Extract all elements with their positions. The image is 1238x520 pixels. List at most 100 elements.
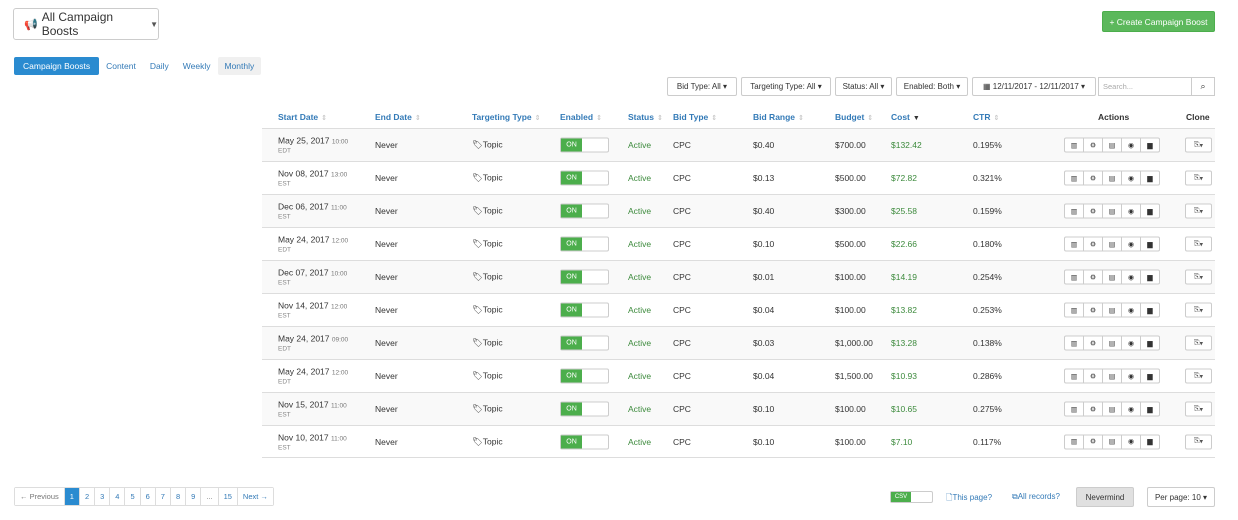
gear-icon[interactable]: ⚙: [1084, 402, 1103, 416]
trash-icon[interactable]: ▆: [1141, 337, 1159, 350]
chart-icon[interactable]: ▥: [1065, 270, 1084, 284]
gear-icon[interactable]: ⚙: [1084, 336, 1103, 350]
search-icon[interactable]: ⌕: [1192, 77, 1215, 96]
enabled-toggle[interactable]: ON: [560, 137, 609, 153]
col-end-date[interactable]: End Date ⇕: [375, 112, 421, 122]
chart-icon[interactable]: ▥: [1065, 369, 1084, 383]
gear-icon[interactable]: ⚙: [1084, 237, 1103, 251]
target-icon[interactable]: ◉: [1122, 171, 1141, 185]
tab-content[interactable]: Content: [99, 57, 143, 75]
chart-icon[interactable]: ▥: [1065, 435, 1084, 448]
document-icon[interactable]: ▤: [1103, 270, 1122, 284]
search-input[interactable]: Search...: [1098, 77, 1192, 96]
enabled-toggle[interactable]: ON: [560, 368, 609, 384]
col-status[interactable]: Status ⇕: [628, 112, 663, 122]
trash-icon[interactable]: ▆: [1141, 172, 1159, 185]
col-bid-range[interactable]: Bid Range ⇕: [753, 112, 804, 122]
nevermind-button[interactable]: Nevermind: [1076, 487, 1134, 507]
target-icon[interactable]: ◉: [1122, 270, 1141, 284]
trash-icon[interactable]: ▆: [1141, 238, 1159, 251]
document-icon[interactable]: ▤: [1103, 171, 1122, 185]
target-icon[interactable]: ◉: [1122, 204, 1141, 218]
col-start-date[interactable]: Start Date ⇕: [278, 112, 327, 122]
clone-dropdown[interactable]: ⎘ ▾: [1185, 137, 1212, 153]
clone-dropdown[interactable]: ⎘ ▾: [1185, 335, 1212, 351]
bid-type-filter[interactable]: Bid Type: All ▾: [667, 77, 737, 96]
gear-icon[interactable]: ⚙: [1084, 369, 1103, 383]
chart-icon[interactable]: ▥: [1065, 204, 1084, 218]
campaign-boost-dropdown[interactable]: 📢 All Campaign Boosts ▼: [13, 8, 159, 40]
status-filter[interactable]: Status: All ▾: [835, 77, 892, 96]
create-campaign-boost-button[interactable]: + Create Campaign Boost: [1102, 11, 1215, 32]
chart-icon[interactable]: ▥: [1065, 138, 1084, 152]
col-ctr[interactable]: CTR ⇕: [973, 112, 999, 122]
gear-icon[interactable]: ⚙: [1084, 204, 1103, 218]
gear-icon[interactable]: ⚙: [1084, 171, 1103, 185]
enabled-filter[interactable]: Enabled: Both ▾: [896, 77, 968, 96]
clone-dropdown[interactable]: ⎘ ▾: [1185, 368, 1212, 384]
document-icon[interactable]: ▤: [1103, 435, 1122, 448]
document-icon[interactable]: ▤: [1103, 336, 1122, 350]
target-icon[interactable]: ◉: [1122, 303, 1141, 317]
target-icon[interactable]: ◉: [1122, 435, 1141, 448]
chart-icon[interactable]: ▥: [1065, 171, 1084, 185]
chart-icon[interactable]: ▥: [1065, 237, 1084, 251]
tab-daily[interactable]: Daily: [143, 57, 176, 75]
enabled-toggle[interactable]: ON: [560, 434, 609, 449]
trash-icon[interactable]: ▆: [1141, 304, 1159, 317]
enabled-toggle[interactable]: ON: [560, 170, 609, 186]
target-icon[interactable]: ◉: [1122, 237, 1141, 251]
clone-dropdown[interactable]: ⎘ ▾: [1185, 203, 1212, 219]
clone-dropdown[interactable]: ⎘ ▾: [1185, 434, 1212, 449]
document-icon[interactable]: ▤: [1103, 402, 1122, 416]
trash-icon[interactable]: ▆: [1141, 435, 1159, 448]
enabled-toggle[interactable]: ON: [560, 302, 609, 318]
targeting-type-filter[interactable]: Targeting Type: All ▾: [741, 77, 831, 96]
col-targeting-type[interactable]: Targeting Type ⇕: [472, 112, 541, 122]
col-bid-type[interactable]: Bid Type ⇕: [673, 112, 717, 122]
enabled-toggle[interactable]: ON: [560, 203, 609, 219]
col-budget[interactable]: Budget ⇕: [835, 112, 873, 122]
col-cost[interactable]: Cost ▼: [891, 112, 920, 122]
csv-toggle[interactable]: CSV: [890, 491, 933, 503]
export-this-page-link[interactable]: 🗋This page?: [946, 492, 992, 506]
tab-weekly[interactable]: Weekly: [176, 57, 218, 75]
chart-icon[interactable]: ▥: [1065, 402, 1084, 416]
gear-icon[interactable]: ⚙: [1084, 435, 1103, 448]
document-icon[interactable]: ▤: [1103, 204, 1122, 218]
clone-dropdown[interactable]: ⎘ ▾: [1185, 269, 1212, 285]
per-page-select[interactable]: Per page: 10 ▾: [1147, 487, 1215, 507]
enabled-toggle[interactable]: ON: [560, 335, 609, 351]
trash-icon[interactable]: ▆: [1141, 139, 1159, 152]
end-date-cell: Never: [375, 305, 398, 315]
document-icon[interactable]: ▤: [1103, 138, 1122, 152]
trash-icon[interactable]: ▆: [1141, 271, 1159, 284]
tab-campaign-boosts[interactable]: Campaign Boosts: [14, 57, 100, 75]
trash-icon[interactable]: ▆: [1141, 370, 1159, 383]
clone-dropdown[interactable]: ⎘ ▾: [1185, 401, 1212, 417]
tab-monthly[interactable]: Monthly: [217, 57, 262, 75]
clone-dropdown[interactable]: ⎘ ▾: [1185, 170, 1212, 186]
target-icon[interactable]: ◉: [1122, 336, 1141, 350]
document-icon[interactable]: ▤: [1103, 237, 1122, 251]
chart-icon[interactable]: ▥: [1065, 303, 1084, 317]
enabled-toggle[interactable]: ON: [560, 236, 609, 252]
target-icon[interactable]: ◉: [1122, 138, 1141, 152]
trash-icon[interactable]: ▆: [1141, 403, 1159, 416]
clone-dropdown[interactable]: ⎘ ▾: [1185, 236, 1212, 252]
gear-icon[interactable]: ⚙: [1084, 270, 1103, 284]
clone-dropdown[interactable]: ⎘ ▾: [1185, 302, 1212, 318]
gear-icon[interactable]: ⚙: [1084, 303, 1103, 317]
document-icon[interactable]: ▤: [1103, 303, 1122, 317]
document-icon[interactable]: ▤: [1103, 369, 1122, 383]
trash-icon[interactable]: ▆: [1141, 205, 1159, 218]
target-icon[interactable]: ◉: [1122, 402, 1141, 416]
enabled-toggle[interactable]: ON: [560, 269, 609, 285]
target-icon[interactable]: ◉: [1122, 369, 1141, 383]
export-all-records-link[interactable]: ⧉All records?: [1012, 492, 1060, 502]
col-enabled[interactable]: Enabled ⇕: [560, 112, 602, 122]
date-range-picker[interactable]: ▦ 12/11/2017 - 12/11/2017 ▾: [972, 77, 1096, 96]
gear-icon[interactable]: ⚙: [1084, 138, 1103, 152]
enabled-toggle[interactable]: ON: [560, 401, 609, 417]
chart-icon[interactable]: ▥: [1065, 336, 1084, 350]
